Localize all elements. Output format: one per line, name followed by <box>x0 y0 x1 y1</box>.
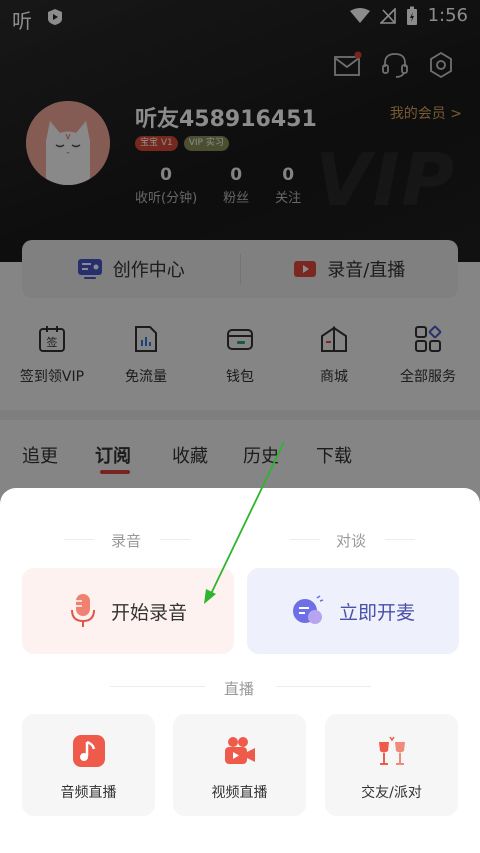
chat-bubble-icon <box>292 595 324 624</box>
talk-section-line-right <box>385 539 415 540</box>
video-live-card[interactable]: 视频直播 <box>173 714 306 816</box>
live-section-title: 直播 <box>224 680 255 698</box>
talk-section-title: 对谈 <box>336 532 367 550</box>
microphone-icon <box>70 594 95 627</box>
open-mic-button[interactable]: 立即开麦 <box>247 568 459 654</box>
record-section-title: 录音 <box>111 532 142 550</box>
app-page: VIP 听 1:56 听友458916451 宝宝 V1 VIP 实习 我的会员… <box>0 0 480 853</box>
party-icon <box>378 736 405 765</box>
audio-live-card[interactable]: 音频直播 <box>22 714 155 816</box>
party-live-card[interactable]: 交友/派对 <box>325 714 458 816</box>
audio-live-icon <box>72 735 105 767</box>
record-section-line-right <box>160 539 190 540</box>
create-bottom-sheet: 录音 对谈 开始录音 立即开麦 直播 音频直播 视频直播 交友/派对 <box>0 488 480 853</box>
record-section-line-left <box>64 539 94 540</box>
talk-section-line-left <box>290 539 320 540</box>
live-section-line-left <box>110 686 205 687</box>
live-section-line-right <box>276 686 371 687</box>
video-live-icon <box>224 737 255 764</box>
start-recording-button[interactable]: 开始录音 <box>22 568 234 654</box>
